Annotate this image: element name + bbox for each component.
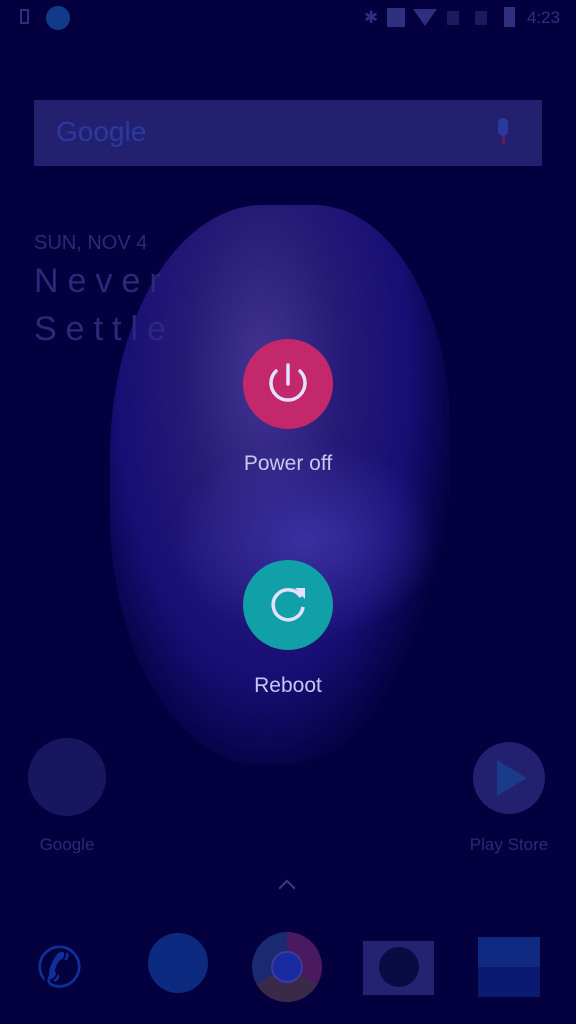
globe-icon bbox=[46, 6, 70, 30]
sim2-icon bbox=[475, 11, 487, 25]
play-store-icon[interactable] bbox=[473, 742, 545, 814]
messages-icon[interactable] bbox=[148, 933, 208, 993]
status-bar: ✱ 4:23 bbox=[0, 0, 576, 36]
reboot-label: Reboot bbox=[254, 674, 322, 697]
camera-icon[interactable] bbox=[363, 941, 434, 995]
reboot-button[interactable] bbox=[243, 560, 333, 650]
refresh-icon bbox=[271, 588, 305, 622]
slogan-line2: Settle bbox=[34, 310, 175, 348]
wifi-icon bbox=[413, 9, 437, 26]
bluetooth-icon: ✱ bbox=[364, 8, 379, 27]
app-label-google: Google bbox=[39, 835, 95, 854]
battery-icon bbox=[504, 7, 515, 27]
power-off-label: Power off bbox=[243, 452, 333, 475]
chevron-up-icon[interactable] bbox=[278, 879, 296, 897]
phone-icon[interactable]: ✆ bbox=[36, 937, 98, 999]
gallery-icon[interactable] bbox=[478, 937, 540, 997]
screenshot-icon bbox=[20, 9, 29, 24]
power-icon bbox=[269, 363, 307, 402]
power-off-button[interactable] bbox=[243, 339, 333, 429]
clock: 4:23 bbox=[527, 8, 561, 27]
date-label: SUN, NOV 4 bbox=[34, 232, 148, 254]
mic-icon[interactable] bbox=[496, 118, 510, 148]
app-label-play-store: Play Store bbox=[469, 835, 549, 854]
chrome-icon[interactable] bbox=[252, 932, 322, 1002]
slogan-line1: Never bbox=[34, 262, 170, 300]
nfc-icon bbox=[387, 8, 405, 27]
google-logo: Google bbox=[56, 116, 147, 147]
google-folder-icon[interactable] bbox=[28, 738, 106, 816]
sim1-icon bbox=[447, 11, 459, 25]
